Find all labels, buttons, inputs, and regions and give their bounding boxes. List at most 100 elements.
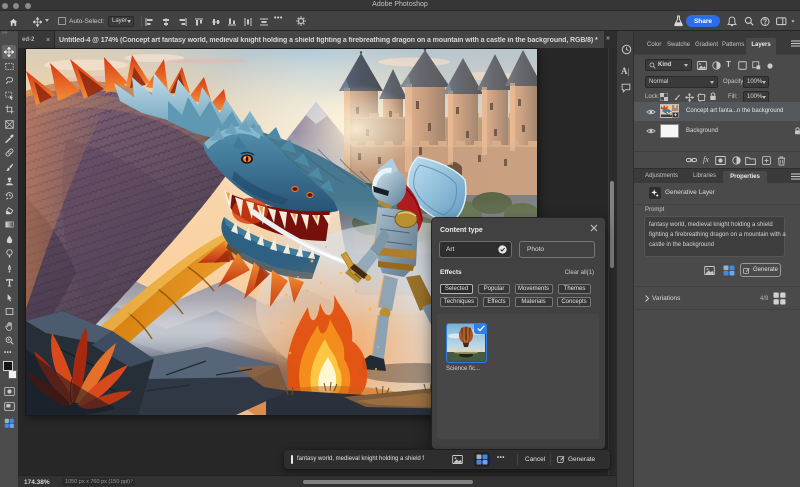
tool-rectangle[interactable]: [5, 307, 14, 316]
home-icon[interactable]: [9, 18, 18, 27]
layer-visibility-eye-icon[interactable]: [646, 127, 656, 135]
tool-crop[interactable]: [5, 105, 14, 114]
filter-smart-dot-icon[interactable]: [767, 63, 773, 69]
distribute-vertical-icon[interactable]: [260, 18, 268, 26]
chip-techniques[interactable]: Techniques: [440, 297, 478, 307]
align-left-edges-icon[interactable]: [145, 18, 153, 26]
history-panel-icon[interactable]: [621, 44, 632, 55]
workspace-switcher-chevron-icon[interactable]: [791, 20, 794, 22]
chip-movements[interactable]: Movements: [515, 284, 553, 294]
lock-transparent-icon[interactable]: [660, 93, 668, 101]
taskbar-more-icon[interactable]: •••: [497, 455, 505, 461]
move-tool-options-icon[interactable]: [33, 17, 42, 27]
align-vertical-centers-icon[interactable]: [212, 18, 220, 26]
layer-row-selected[interactable]: Concept art fanta...n the background: [634, 102, 800, 121]
share-button[interactable]: Share: [686, 15, 720, 27]
tool-blur[interactable]: [5, 235, 14, 244]
taskbar-generate-icon[interactable]: [557, 455, 565, 463]
search-icon[interactable]: [744, 16, 754, 27]
taskbar-prompt-input[interactable]: fantasy world, medieval knight holding a…: [297, 456, 424, 462]
tab-adjustments[interactable]: Adjustments: [645, 173, 678, 179]
taskbar-similar-tile[interactable]: [474, 452, 490, 467]
taskbar-grip-handle[interactable]: [291, 455, 293, 464]
status-chevron-icon[interactable]: ›: [131, 478, 133, 484]
distribute-horizontal-icon[interactable]: [244, 18, 252, 26]
filter-smart-objects-icon[interactable]: [752, 61, 761, 70]
tool-type[interactable]: [5, 278, 14, 287]
align-right-edges-icon[interactable]: [179, 18, 187, 26]
adjustment-layer-icon[interactable]: [732, 156, 741, 165]
properties-panel-menu-icon[interactable]: [791, 173, 800, 180]
tab-layers-active[interactable]: Layers: [746, 38, 776, 55]
tool-history-brush[interactable]: [5, 191, 14, 200]
taskbar-generate-button[interactable]: Generate: [568, 456, 595, 463]
align-bottom-edges-icon[interactable]: [228, 18, 236, 26]
tool-path-selection[interactable]: [5, 293, 14, 302]
filter-pixel-layers-icon[interactable]: [697, 61, 707, 70]
taskbar-image-icon[interactable]: [452, 455, 463, 464]
tab-libraries[interactable]: Libraries: [693, 173, 716, 179]
help-icon[interactable]: [760, 16, 770, 27]
layer-visibility-eye-icon[interactable]: [646, 108, 656, 116]
variations-grid-icon[interactable]: [773, 292, 786, 305]
new-layer-icon[interactable]: [762, 156, 771, 165]
lock-all-icon[interactable]: [709, 92, 717, 101]
tool-clone-stamp[interactable]: [5, 177, 14, 186]
tab-previous-document[interactable]: ed-2 ×: [18, 31, 55, 48]
workspace-gear-icon[interactable]: [296, 16, 306, 26]
tab-color[interactable]: Color: [647, 42, 661, 48]
foreground-color-swatch[interactable]: [3, 361, 13, 371]
align-horizontal-centers-icon[interactable]: [162, 18, 170, 26]
chip-effects[interactable]: Effects: [483, 297, 510, 307]
tab-patterns[interactable]: Patterns: [722, 42, 744, 48]
variations-row[interactable]: Variations 4/9: [634, 286, 800, 310]
tab-close-icon[interactable]: ×: [46, 37, 50, 44]
align-top-edges-icon[interactable]: [195, 18, 203, 26]
tool-lasso[interactable]: [5, 76, 14, 85]
popup-close-icon[interactable]: [590, 224, 598, 232]
tool-preset-chevron-icon[interactable]: [45, 19, 49, 22]
tool-eraser[interactable]: [5, 206, 14, 215]
workspace-switcher-icon[interactable]: [776, 17, 787, 26]
tool-dodge[interactable]: [5, 249, 14, 258]
generative-badge-icon[interactable]: [4, 418, 15, 429]
new-group-folder-icon[interactable]: [745, 156, 756, 165]
chip-materials[interactable]: Materials: [515, 297, 553, 307]
tool-spot-healing-brush[interactable]: [5, 148, 14, 157]
opacity-dropdown[interactable]: 100%: [743, 76, 769, 88]
layer-filter-dropdown[interactable]: Kind: [645, 59, 692, 71]
auto-select-target-dropdown[interactable]: Layer: [108, 16, 134, 27]
tab-gradient[interactable]: Gradient: [695, 42, 718, 48]
taskbar-cancel-button[interactable]: Cancel: [525, 456, 545, 463]
chip-selected[interactable]: Selected: [440, 284, 473, 294]
filter-type-layers-icon[interactable]: T: [726, 60, 731, 69]
tab-active-document[interactable]: Untitled-4 @ 174% (Concept art fantasy w…: [55, 31, 604, 48]
beta-flask-icon[interactable]: [673, 15, 684, 27]
tool-brush[interactable]: [5, 163, 14, 172]
layer-row-background[interactable]: Background: [634, 122, 800, 141]
edit-toolbar-icon[interactable]: •••: [4, 350, 12, 356]
tool-zoom[interactable]: [5, 336, 14, 345]
tool-hand[interactable]: [5, 322, 14, 331]
clear-all-link[interactable]: Clear all(1): [565, 270, 594, 276]
chip-popular[interactable]: Popular: [478, 284, 510, 294]
screen-mode-icon[interactable]: [4, 402, 15, 411]
delete-layer-trash-icon[interactable]: [777, 156, 786, 166]
tool-eyedropper[interactable]: [5, 134, 14, 143]
link-layers-icon[interactable]: [686, 157, 697, 163]
horizontal-scrollbar-thumb[interactable]: [303, 480, 473, 484]
chip-themes[interactable]: Themes: [558, 284, 591, 294]
more-align-options-icon[interactable]: •••: [274, 15, 283, 22]
layer-style-fx-icon[interactable]: fx: [703, 155, 709, 164]
add-mask-icon[interactable]: [715, 156, 726, 165]
character-panel-icon[interactable]: A|: [621, 66, 629, 76]
blend-mode-dropdown[interactable]: Normal: [645, 76, 718, 88]
notifications-bell-icon[interactable]: [727, 16, 737, 27]
tool-object-selection[interactable]: [5, 91, 14, 100]
variations-chevron-icon[interactable]: [645, 295, 649, 302]
tab-swatches[interactable]: Swatche: [667, 42, 690, 48]
layers-panel-menu-icon[interactable]: [791, 40, 800, 47]
reference-image-icon[interactable]: [704, 266, 715, 275]
tool-frame[interactable]: [5, 120, 14, 129]
comments-panel-icon[interactable]: [621, 83, 631, 93]
